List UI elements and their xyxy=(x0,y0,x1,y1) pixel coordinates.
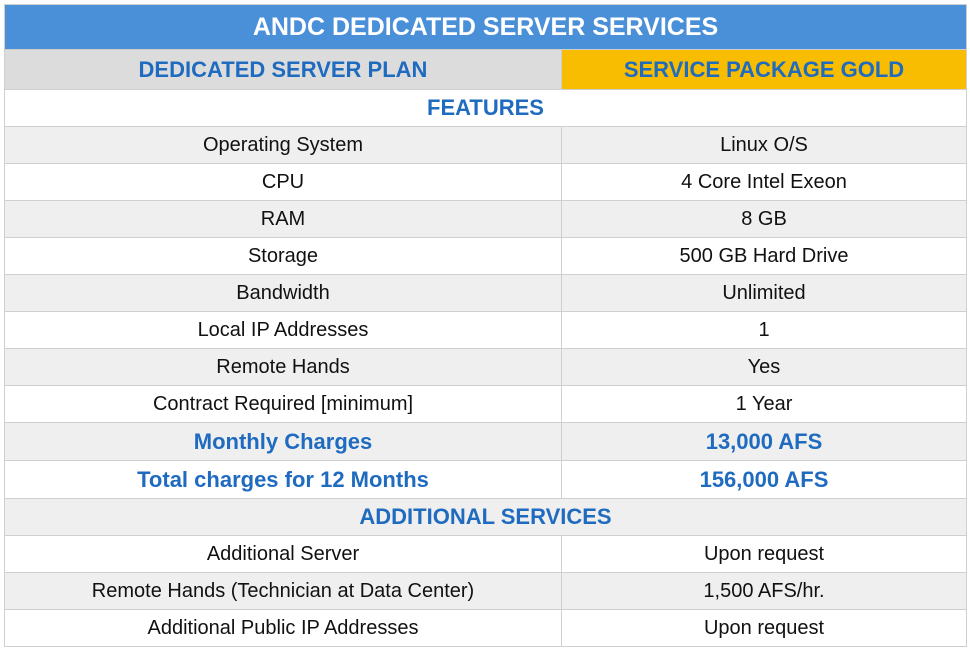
features-heading-row: FEATURES xyxy=(4,89,967,127)
feature-name: Bandwidth xyxy=(4,274,562,312)
feature-name: Local IP Addresses xyxy=(4,311,562,349)
additional-heading-row: ADDITIONAL SERVICES xyxy=(4,498,967,536)
features-heading: FEATURES xyxy=(4,89,967,127)
feature-name: CPU xyxy=(4,163,562,201)
feature-row: Bandwidth Unlimited xyxy=(4,274,967,312)
feature-name: Storage xyxy=(4,237,562,275)
feature-value: Linux O/S xyxy=(561,126,967,164)
feature-name: Contract Required [minimum] xyxy=(4,385,562,423)
feature-value: 1 Year xyxy=(561,385,967,423)
package-label: SERVICE PACKAGE GOLD xyxy=(561,49,967,90)
service-value: Upon request xyxy=(561,535,967,573)
title-row: ANDC DEDICATED SERVER SERVICES xyxy=(4,4,967,50)
feature-value: Unlimited xyxy=(561,274,967,312)
service-value: Upon request xyxy=(561,609,967,647)
feature-value: 8 GB xyxy=(561,200,967,238)
charge-row: Monthly Charges 13,000 AFS xyxy=(4,422,967,461)
feature-row: RAM 8 GB xyxy=(4,200,967,238)
feature-row: Remote Hands Yes xyxy=(4,348,967,386)
service-row: Additional Server Upon request xyxy=(4,535,967,573)
charge-value: 13,000 AFS xyxy=(561,422,967,461)
feature-row: Contract Required [minimum] 1 Year xyxy=(4,385,967,423)
plan-header-row: DEDICATED SERVER PLAN SERVICE PACKAGE GO… xyxy=(4,49,967,90)
service-row: Additional Public IP Addresses Upon requ… xyxy=(4,609,967,647)
feature-row: CPU 4 Core Intel Exeon xyxy=(4,163,967,201)
charge-name: Monthly Charges xyxy=(4,422,562,461)
feature-name: Operating System xyxy=(4,126,562,164)
feature-value: 1 xyxy=(561,311,967,349)
pricing-table: ANDC DEDICATED SERVER SERVICES DEDICATED… xyxy=(4,4,967,647)
service-row: Remote Hands (Technician at Data Center)… xyxy=(4,572,967,610)
feature-row: Storage 500 GB Hard Drive xyxy=(4,237,967,275)
feature-value: 4 Core Intel Exeon xyxy=(561,163,967,201)
charge-row: Total charges for 12 Months 156,000 AFS xyxy=(4,460,967,499)
service-value: 1,500 AFS/hr. xyxy=(561,572,967,610)
charge-name: Total charges for 12 Months xyxy=(4,460,562,499)
feature-name: Remote Hands xyxy=(4,348,562,386)
feature-value: 500 GB Hard Drive xyxy=(561,237,967,275)
feature-name: RAM xyxy=(4,200,562,238)
feature-row: Operating System Linux O/S xyxy=(4,126,967,164)
charge-value: 156,000 AFS xyxy=(561,460,967,499)
service-name: Additional Server xyxy=(4,535,562,573)
service-name: Remote Hands (Technician at Data Center) xyxy=(4,572,562,610)
feature-value: Yes xyxy=(561,348,967,386)
table-title: ANDC DEDICATED SERVER SERVICES xyxy=(4,4,967,50)
service-name: Additional Public IP Addresses xyxy=(4,609,562,647)
feature-row: Local IP Addresses 1 xyxy=(4,311,967,349)
plan-label: DEDICATED SERVER PLAN xyxy=(4,49,562,90)
additional-heading: ADDITIONAL SERVICES xyxy=(4,498,967,536)
